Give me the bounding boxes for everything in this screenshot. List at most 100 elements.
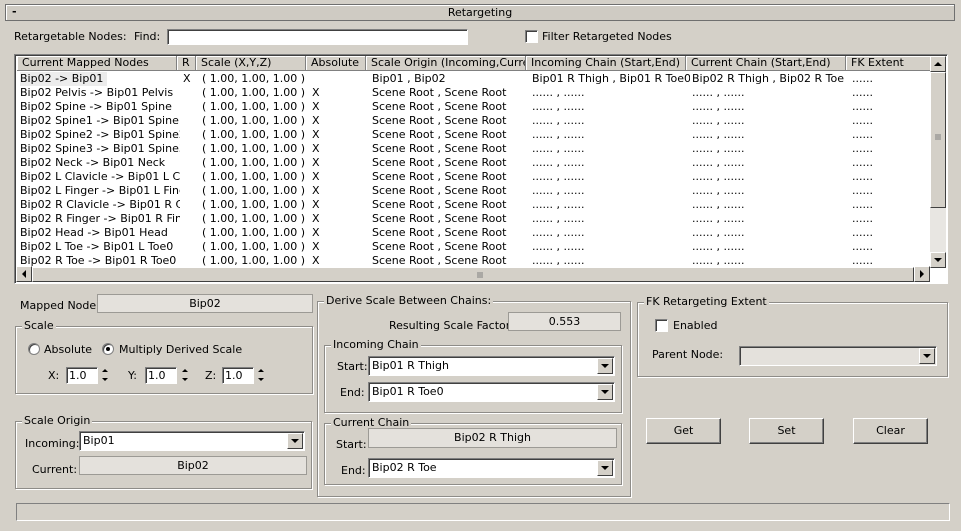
table-cell: ...... <box>852 198 873 211</box>
table-cell: Scene Root , Scene Root <box>372 198 507 211</box>
table-cell: Scene Root , Scene Root <box>372 226 507 239</box>
scale-x-spinner[interactable] <box>101 367 110 384</box>
table-cell: ...... , ...... <box>692 212 745 225</box>
table-cell: Bip02 L Toe -> Bip01 L Toe0 <box>20 240 174 253</box>
current-origin-field: Bip02 <box>79 456 307 475</box>
scale-z-input[interactable]: 1.0 <box>222 367 254 384</box>
incoming-end-value: Bip01 R Toe0 <box>372 385 444 398</box>
retargetable-nodes-label: Retargetable Nodes: <box>14 30 127 43</box>
table-cell: ( 1.00, 1.00, 1.00 ) <box>202 114 306 127</box>
set-button[interactable]: Set <box>749 418 824 444</box>
table-row[interactable]: Bip02 Neck -> Bip01 Neck ( 1.00, 1.00, 1.… <box>17 156 933 170</box>
chevron-down-icon[interactable] <box>287 433 303 449</box>
table-cell: ...... , ...... <box>692 254 745 267</box>
absolute-radio[interactable] <box>28 343 40 355</box>
chevron-down-icon[interactable] <box>597 358 613 374</box>
incoming-start-dropdown[interactable]: Bip01 R Thigh <box>368 356 615 376</box>
chevron-down-icon[interactable] <box>597 384 613 400</box>
scroll-right-icon[interactable] <box>914 266 930 282</box>
current-end-dropdown[interactable]: Bip02 R Toe <box>368 458 615 478</box>
chevron-down-icon[interactable] <box>919 348 935 364</box>
table-cell: X <box>312 114 320 127</box>
chevron-down-icon[interactable] <box>597 460 613 476</box>
column-header[interactable]: Absolute <box>306 56 366 71</box>
table-row[interactable]: Bip02 Head -> Bip01 Head ( 1.00, 1.00, 1.… <box>17 226 933 240</box>
table-cell: Bip02 L Finger -> Bip01 L Fing... <box>20 184 180 197</box>
filter-retargeted-label: Filter Retargeted Nodes <box>542 30 672 43</box>
incoming-start-label: Start: <box>337 360 368 373</box>
filter-retargeted-checkbox[interactable] <box>525 30 538 43</box>
table-row[interactable]: Bip02 L Clavicle -> Bip01 L Cla... ( 1.00… <box>17 170 933 184</box>
table-row[interactable]: Bip02 R Finger -> Bip01 R Fin... ( 1.00, … <box>17 212 933 226</box>
incoming-end-dropdown[interactable]: Bip01 R Toe0 <box>368 382 615 402</box>
vertical-scrollbar[interactable] <box>930 56 946 268</box>
current-label: Current: <box>32 463 78 476</box>
table-cell: X <box>312 212 320 225</box>
table-row[interactable]: Bip02 R Toe -> Bip01 R Toe0 ( 1.00, 1.00,… <box>17 254 933 268</box>
multiply-derived-scale-radio[interactable] <box>102 343 114 355</box>
table-row[interactable]: Bip02 R Clavicle -> Bip01 R Cl... ( 1.00,… <box>17 198 933 212</box>
clear-button[interactable]: Clear <box>853 418 928 444</box>
fk-enabled-checkbox[interactable] <box>655 319 668 332</box>
table-cell: X <box>312 128 320 141</box>
table-row[interactable]: Bip02 Spine2 -> Bip01 Spine2 ( 1.00, 1.00… <box>17 128 933 142</box>
table-cell: Bip02 R Clavicle -> Bip01 R Cl... <box>20 198 180 211</box>
current-end-value: Bip02 R Toe <box>372 461 437 474</box>
table-cell: Bip02 R Finger -> Bip01 R Fin... <box>20 212 180 225</box>
column-header[interactable]: FK Extent <box>846 56 933 71</box>
table-row[interactable]: Bip02 -> Bip01 X ( 1.00, 1.00, 1.00 ) Bip01… <box>17 72 933 86</box>
column-header[interactable]: Current Mapped Nodes <box>17 56 177 71</box>
table-cell: ...... , ...... <box>692 240 745 253</box>
incoming-start-value: Bip01 R Thigh <box>372 359 449 372</box>
column-header[interactable]: Current Chain (Start,End) <box>686 56 846 71</box>
current-start-label: Start: <box>336 438 367 451</box>
table-cell: Scene Root , Scene Root <box>372 86 507 99</box>
table-row[interactable]: Bip02 Spine1 -> Bip01 Spine1 ( 1.00, 1.00… <box>17 114 933 128</box>
table-row[interactable]: Bip02 Spine3 -> Bip01 Spine3 ( 1.00, 1.00… <box>17 142 933 156</box>
table-cell: ...... , ...... <box>692 226 745 239</box>
table-row[interactable]: Bip02 L Finger -> Bip01 L Fing... ( 1.00,… <box>17 184 933 198</box>
table-row[interactable]: Bip02 L Toe -> Bip01 L Toe0 ( 1.00, 1.00,… <box>17 240 933 254</box>
horizontal-scrollbar[interactable] <box>16 266 930 282</box>
table-cell: ( 1.00, 1.00, 1.00 ) <box>202 86 306 99</box>
incoming-dropdown[interactable]: Bip01 <box>79 431 305 451</box>
horizontal-scroll-thumb[interactable] <box>32 267 914 282</box>
column-header[interactable]: Incoming Chain (Start,End) <box>526 56 686 71</box>
table-cell: ...... , ...... <box>532 198 585 211</box>
find-input[interactable] <box>167 29 468 45</box>
table-cell: ...... , ...... <box>692 114 745 127</box>
vertical-scroll-thumb[interactable] <box>930 72 946 208</box>
table-cell: X <box>312 86 320 99</box>
column-header[interactable]: Scale Origin (Incoming,Current) <box>366 56 526 71</box>
parent-node-dropdown[interactable] <box>739 346 937 366</box>
scale-y-label: Y: <box>128 369 137 382</box>
table-cell: X <box>312 254 320 267</box>
table-row[interactable]: Bip02 Pelvis -> Bip01 Pelvis ( 1.00, 1.00… <box>17 86 933 100</box>
scale-x-input[interactable]: 1.0 <box>66 367 98 384</box>
scale-z-spinner[interactable] <box>257 367 266 384</box>
table-cell: Bip02 Spine -> Bip01 Spine <box>20 100 172 113</box>
rollout-header[interactable]: - Retargeting <box>5 4 955 21</box>
scroll-down-icon[interactable] <box>930 252 946 268</box>
mapped-nodes-table[interactable]: Current Mapped Nodes R Scale (X,Y,Z) Abs… <box>14 54 948 284</box>
scroll-up-icon[interactable] <box>930 56 946 72</box>
column-header[interactable]: Scale (X,Y,Z) <box>196 56 306 71</box>
table-cell: ...... <box>852 86 873 99</box>
scale-y-input[interactable]: 1.0 <box>145 367 177 384</box>
scale-y-spinner[interactable] <box>181 367 190 384</box>
table-cell: Scene Root , Scene Root <box>372 114 507 127</box>
table-cell: X <box>312 142 320 155</box>
table-row[interactable]: Bip02 Spine -> Bip01 Spine ( 1.00, 1.00, … <box>17 100 933 114</box>
table-cell: ...... , ...... <box>532 142 585 155</box>
status-bar <box>16 503 950 521</box>
table-cell: X <box>312 100 320 113</box>
table-cell: Bip02 Head -> Bip01 Head <box>20 226 168 239</box>
get-button[interactable]: Get <box>646 418 721 444</box>
table-cell: Bip02 Spine2 -> Bip01 Spine2 <box>20 128 180 141</box>
table-cell: X <box>312 198 320 211</box>
incoming-end-label: End: <box>340 386 365 399</box>
derive-scale-group-title: Derive Scale Between Chains: <box>324 294 494 307</box>
column-header[interactable]: R <box>177 56 196 71</box>
table-cell: ( 1.00, 1.00, 1.00 ) <box>202 72 306 85</box>
scroll-left-icon[interactable] <box>16 266 32 282</box>
